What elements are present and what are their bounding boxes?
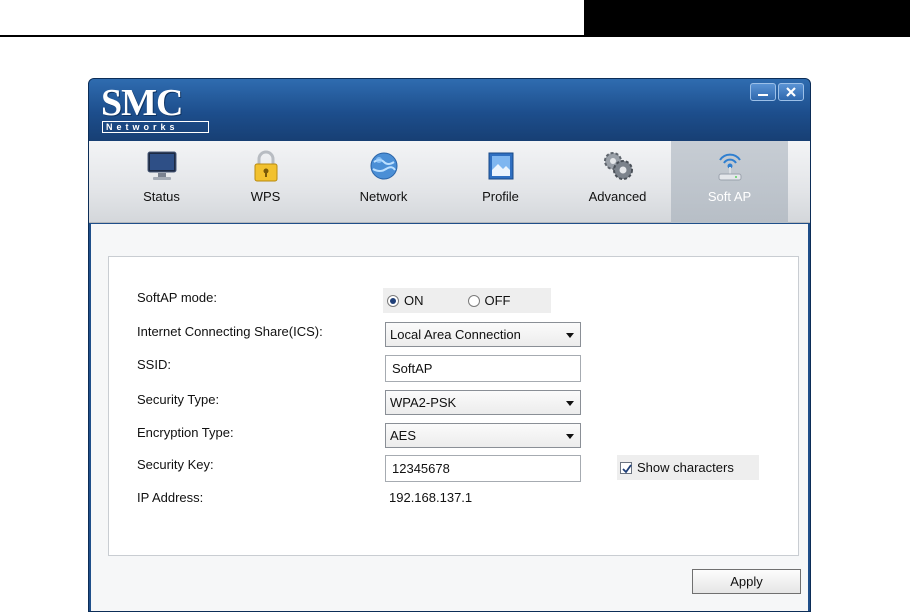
softap-mode-on-radio[interactable]: ON — [387, 293, 424, 308]
tab-advanced-label: Advanced — [588, 189, 647, 204]
title-bar: SMC Networks — [89, 79, 810, 141]
security-key-input[interactable]: 12345678 — [385, 455, 581, 482]
encryption-type-select-value: AES — [390, 428, 417, 443]
main-toolbar: Status WPS Network Profile Advanced Soft… — [89, 141, 810, 223]
encryption-type-label: Encryption Type: — [137, 425, 234, 440]
window-controls — [750, 83, 804, 101]
globe-icon — [367, 149, 401, 183]
tab-profile-label: Profile — [482, 189, 519, 204]
close-button[interactable] — [778, 83, 804, 101]
tab-soft-ap[interactable]: Soft AP — [671, 141, 788, 223]
page-header-block — [584, 0, 910, 37]
close-icon — [786, 87, 796, 97]
apply-button[interactable]: Apply — [692, 569, 801, 594]
chevron-down-icon — [566, 434, 574, 439]
row-encryption-type: Encryption Type: AES — [109, 423, 798, 448]
checkbox-checked-icon — [620, 461, 632, 474]
row-softap-mode: SoftAP mode: ON OFF — [109, 288, 798, 313]
show-characters-checkbox[interactable]: Show characters — [617, 455, 759, 480]
encryption-type-select[interactable]: AES — [385, 423, 581, 448]
monitor-icon — [145, 149, 179, 183]
gears-icon — [601, 149, 635, 183]
tab-wps-label: WPS — [250, 189, 281, 204]
app-window: SMC Networks Status WPS Network Profile … — [88, 78, 811, 612]
ics-select-value: Local Area Connection — [390, 327, 521, 342]
tab-profile[interactable]: Profile — [442, 141, 559, 223]
softap-mode-off-radio[interactable]: OFF — [467, 293, 511, 308]
tab-network[interactable]: Network — [325, 141, 442, 223]
row-security-key: Security Key: 12345678 Show characters — [109, 455, 798, 482]
tab-status-label: Status — [143, 189, 180, 204]
tab-status[interactable]: Status — [103, 141, 220, 223]
ip-address-value: 192.168.137.1 — [389, 490, 473, 505]
softap-mode-label: SoftAP mode: — [137, 290, 217, 305]
row-ssid: SSID: SoftAP — [109, 355, 798, 382]
ssid-input[interactable]: SoftAP — [385, 355, 581, 382]
logo-brand-name: SMC — [101, 82, 183, 124]
security-type-select-value: WPA2-PSK — [390, 395, 457, 410]
logo-brand-sub: Networks — [102, 121, 209, 133]
page-header-rule — [0, 35, 584, 37]
profile-icon — [484, 149, 518, 183]
smc-logo: SMC Networks — [101, 83, 211, 135]
ics-label: Internet Connecting Share(ICS): — [137, 324, 323, 339]
ssid-label: SSID: — [137, 357, 171, 372]
tab-advanced[interactable]: Advanced — [559, 141, 676, 223]
security-key-label: Security Key: — [137, 457, 214, 472]
softap-mode-on-label: ON — [404, 293, 424, 308]
show-characters-label: Show characters — [637, 460, 734, 475]
row-ics: Internet Connecting Share(ICS): Local Ar… — [109, 322, 798, 347]
security-type-label: Security Type: — [137, 392, 220, 407]
softap-mode-off-label: OFF — [484, 293, 511, 308]
radio-selected-icon — [387, 294, 399, 307]
tab-wps[interactable]: WPS — [207, 141, 324, 223]
security-type-select[interactable]: WPA2-PSK — [385, 390, 581, 415]
softap-settings-panel: SoftAP mode: ON OFF Internet Connecting … — [108, 256, 799, 556]
chevron-down-icon — [566, 333, 574, 338]
content-area: SoftAP mode: ON OFF Internet Connecting … — [91, 224, 808, 611]
access-point-icon — [713, 149, 747, 183]
lock-icon — [249, 149, 283, 183]
softap-mode-radio-group: ON OFF — [383, 288, 551, 313]
radio-unselected-icon — [467, 294, 480, 307]
minimize-button[interactable] — [750, 83, 776, 101]
chevron-down-icon — [566, 401, 574, 406]
tab-network-label: Network — [359, 189, 408, 204]
minimize-icon — [758, 94, 768, 96]
ics-select[interactable]: Local Area Connection — [385, 322, 581, 347]
row-ip-address: IP Address: 192.168.137.1 — [109, 488, 798, 512]
row-security-type: Security Type: WPA2-PSK — [109, 390, 798, 415]
tab-soft-ap-label: Soft AP — [707, 189, 752, 204]
ip-address-label: IP Address: — [137, 490, 204, 505]
